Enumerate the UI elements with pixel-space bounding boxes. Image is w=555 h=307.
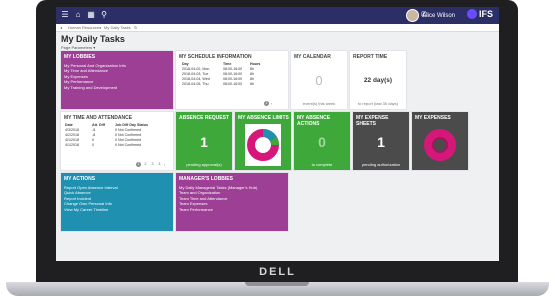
table-row[interactable]: 2018-04-05, Thu 08:00-16:00 8h bbox=[182, 82, 263, 87]
calendar-caption: event(s) this week bbox=[302, 101, 336, 106]
donut-segment-main bbox=[424, 129, 456, 161]
user-name: Alice Wilson bbox=[422, 12, 455, 19]
cell: 2018-04-05, Thu bbox=[182, 82, 209, 86]
cell: 4/1/2018 bbox=[65, 143, 79, 147]
donut-inner-ring bbox=[432, 137, 448, 153]
breadcrumb-item[interactable]: My Daily Tasks bbox=[104, 25, 131, 30]
pager: 1 2 3 4 › bbox=[136, 162, 165, 167]
home-icon[interactable]: ⌂ bbox=[73, 10, 83, 20]
page-button[interactable]: 3 bbox=[150, 162, 155, 167]
my-absence-actions-tile[interactable]: MY ABSENCE ACTIONS 0 to complete bbox=[294, 112, 350, 170]
my-lobbies-tile: MY LOBBIES My Personal And Organization … bbox=[61, 51, 173, 109]
action-link[interactable]: View My Career Timeline bbox=[64, 207, 118, 212]
top-bar: ☰ ⌂ ▦ ⚲ ✆ Alice Wilson IFS bbox=[56, 7, 499, 24]
schedule-table: Day Time Hours 2018-04-02, Mon 08:00-16:… bbox=[182, 62, 263, 87]
tile-title: MY CALENDAR bbox=[294, 54, 331, 60]
page-parameters-dropdown[interactable]: Page Parameters ▾ bbox=[61, 45, 95, 50]
apps-grid-icon[interactable]: ▦ bbox=[86, 10, 96, 20]
absence-actions-count: 0 bbox=[318, 134, 326, 150]
tile-title: MY ABSENCE LIMITS bbox=[238, 115, 289, 121]
tile-title: MY LOBBIES bbox=[64, 54, 96, 60]
avatar bbox=[406, 9, 420, 22]
absence-request-tile[interactable]: ABSENCE REQUEST 1 pending approval(s) bbox=[176, 112, 232, 170]
logo-text: IFS bbox=[478, 9, 493, 19]
expense-sheets-caption: pending authorization bbox=[361, 162, 401, 167]
user-menu[interactable]: Alice Wilson bbox=[406, 9, 455, 22]
report-time-tile[interactable]: REPORT TIME 22 day(s) to report (last 30… bbox=[350, 51, 406, 109]
refresh-icon[interactable]: ↻ bbox=[134, 25, 137, 30]
tile-title: MY ABSENCE ACTIONS bbox=[297, 115, 331, 127]
page-button[interactable]: 4 bbox=[157, 162, 162, 167]
tile-title: MY ACTIONS bbox=[64, 176, 96, 182]
page-title: My Daily Tasks bbox=[61, 34, 125, 44]
tile-title: ABSENCE REQUEST bbox=[179, 115, 230, 121]
my-time-attendance-tile: MY TIME AND ATTENDANCE Date Att. Diff Jo… bbox=[61, 112, 173, 170]
page-button[interactable]: 1 bbox=[136, 162, 141, 167]
laptop-hinge-notch bbox=[245, 282, 309, 286]
page-button[interactable]: 1 bbox=[264, 101, 269, 106]
report-time-caption: to report (last 30 days) bbox=[357, 101, 399, 106]
cell: 0 Not Confirmed bbox=[115, 143, 142, 147]
report-time-value: 22 day(s) bbox=[363, 77, 393, 84]
my-actions-tile: MY ACTIONS Report Open Absence Interval … bbox=[61, 173, 173, 231]
back-icon[interactable]: ◂ bbox=[60, 25, 62, 30]
expenses-donut-chart bbox=[424, 129, 456, 161]
lobby-link[interactable]: My Training and Development bbox=[64, 85, 126, 90]
my-expenses-tile[interactable]: MY EXPENSES bbox=[412, 112, 468, 170]
action-link[interactable]: Change Own Personal Info bbox=[64, 201, 118, 206]
managers-lobbies-tile: MANAGER'S LOBBIES My Daily Managerial Ta… bbox=[176, 173, 288, 231]
absence-request-caption: pending approval(s) bbox=[186, 162, 222, 167]
page-button[interactable]: 2 bbox=[143, 162, 148, 167]
my-calendar-tile[interactable]: MY CALENDAR 0 event(s) this week bbox=[291, 51, 347, 109]
cell: 08:00-16:00 bbox=[223, 82, 243, 86]
tile-title: MY EXPENSE SHEETS bbox=[356, 115, 389, 127]
calendar-count: 0 bbox=[315, 73, 323, 88]
absence-request-count: 1 bbox=[200, 134, 208, 150]
absence-limits-donut-chart bbox=[245, 124, 281, 166]
tile-title: MY TIME AND ATTENDANCE bbox=[64, 115, 133, 121]
cell: 8h bbox=[250, 82, 254, 86]
breadcrumb-item[interactable]: Human Resources bbox=[68, 25, 101, 30]
next-page-icon[interactable]: › bbox=[271, 102, 272, 106]
my-expense-sheets-tile[interactable]: MY EXPENSE SHEETS 1 pending authorizatio… bbox=[353, 112, 409, 170]
logo-mark-icon bbox=[466, 9, 477, 19]
attendance-table: Date Att. Diff Job Diff Day Status 4/3/2… bbox=[65, 123, 151, 148]
tile-title: MY EXPENSES bbox=[415, 115, 451, 121]
absence-actions-caption: to complete bbox=[311, 162, 333, 167]
dell-logo: DELL bbox=[259, 266, 296, 278]
pager: 1 › bbox=[264, 101, 272, 106]
breadcrumb: ◂ Human Resources › My Daily Tasks ↻ bbox=[56, 24, 499, 32]
cell: 0 bbox=[92, 143, 94, 147]
menu-icon[interactable]: ☰ bbox=[60, 10, 70, 20]
my-absence-limits-tile[interactable]: MY ABSENCE LIMITS bbox=[235, 112, 291, 170]
next-page-icon[interactable]: › bbox=[164, 163, 165, 167]
tile-title: MANAGER'S LOBBIES bbox=[179, 176, 233, 182]
manager-lobby-link[interactable]: Team Performance bbox=[179, 207, 257, 212]
screen: ☰ ⌂ ▦ ⚲ ✆ Alice Wilson IFS ◂ Human Resou… bbox=[56, 7, 499, 261]
tile-title: REPORT TIME bbox=[353, 54, 388, 60]
breadcrumb-separator: › bbox=[100, 25, 102, 30]
my-schedule-tile: MY SCHEDULE INFORMATION Day Time Hours 2… bbox=[176, 51, 288, 109]
tile-title: MY SCHEDULE INFORMATION bbox=[179, 54, 252, 60]
donut-segment-green bbox=[269, 137, 280, 146]
search-icon[interactable]: ⚲ bbox=[99, 10, 109, 20]
expense-sheets-count: 1 bbox=[377, 134, 385, 150]
ifs-logo: IFS bbox=[466, 9, 493, 19]
table-row[interactable]: 4/1/2018 0 0 Not Confirmed bbox=[65, 143, 151, 148]
